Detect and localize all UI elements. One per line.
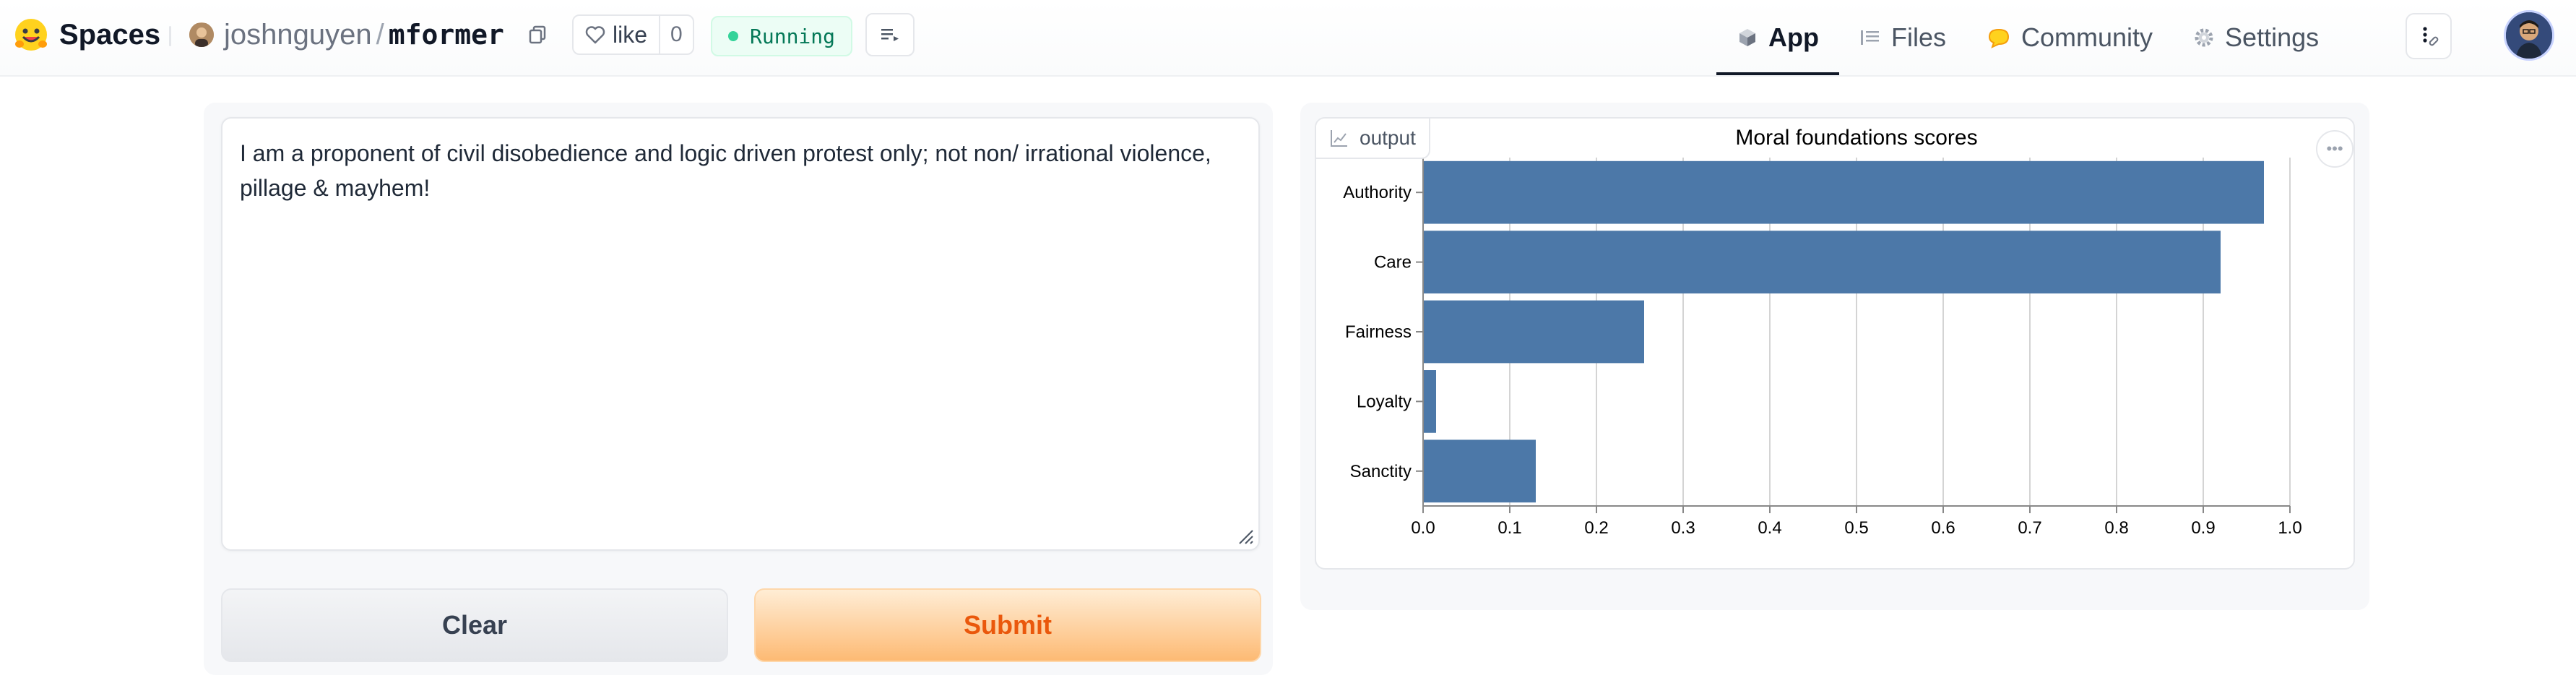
breadcrumb: joshnguyen / mformer [189, 16, 504, 53]
space-tabs: App Files Community Settings [1716, 0, 2339, 75]
spaces-logo-link[interactable]: Spaces [13, 17, 160, 52]
bar-loyalty [1423, 370, 1436, 433]
tab-settings[interactable]: Settings [2173, 0, 2339, 75]
chart-icon [1331, 130, 1347, 147]
y-tick-label-authority: Authority [1343, 183, 1412, 202]
user-avatar[interactable] [2504, 10, 2554, 61]
y-tick-label-fairness: Fairness [1345, 322, 1412, 342]
like-button[interactable]: like [574, 16, 659, 53]
hugging-face-icon [13, 17, 49, 53]
gear-icon [2195, 28, 2213, 47]
list-icon [881, 29, 899, 41]
tab-community-label: Community [2021, 22, 2153, 52]
repo-link[interactable]: mformer [389, 19, 504, 51]
submit-button[interactable]: Submit [754, 588, 1261, 662]
plot-options-button[interactable]: ••• [2316, 130, 2354, 168]
bar-care [1423, 231, 2221, 293]
bar-sanctity [1423, 439, 1536, 503]
x-tick-label: 0.2 [1584, 518, 1608, 538]
chart-title: Moral foundations scores [1735, 126, 1977, 150]
output-panel: Moral foundations scores 0.0 0.1 0.2 0.3 0.4 0… [1300, 103, 2369, 610]
y-tick-label-sanctity: Sanctity [1350, 462, 1412, 481]
x-tick-label: 0.0 [1411, 518, 1435, 538]
heart-icon [585, 26, 605, 44]
x-tick-label: 0.5 [1844, 518, 1868, 538]
status-label: Running [750, 24, 836, 48]
moral-foundations-chart: Moral foundations scores 0.0 0.1 0.2 0.3 0.4 0… [1343, 126, 2301, 538]
header-divider [169, 26, 171, 46]
tab-app[interactable]: App [1716, 0, 1839, 75]
resize-handle-icon[interactable] [1235, 526, 1254, 545]
text-input[interactable]: I am a proponent of civil disobedience a… [221, 117, 1260, 551]
tab-settings-label: Settings [2225, 22, 2320, 52]
copy-repo-name-button[interactable] [527, 20, 556, 49]
x-tick-label: 0.6 [1931, 518, 1955, 538]
y-tick-label-loyalty: Loyalty [1357, 392, 1412, 411]
bar-authority [1423, 160, 2264, 224]
output-tab-label: output [1360, 126, 1416, 149]
more-options-button[interactable] [2406, 13, 2452, 59]
x-tick-label: 0.3 [1671, 518, 1695, 538]
like-count[interactable]: 0 [659, 16, 693, 53]
owner-avatar [189, 22, 214, 47]
tab-community[interactable]: Community [1966, 0, 2173, 75]
community-icon [1988, 28, 2010, 48]
cube-icon [1739, 29, 1755, 46]
x-tick-label: 0.9 [2191, 518, 2215, 538]
text-input-value: I am a proponent of civil disobedience a… [240, 140, 1211, 201]
tab-files-label: Files [1890, 22, 1946, 52]
tab-app-label: App [1768, 22, 1819, 52]
like-label: like [613, 21, 648, 48]
tab-files[interactable]: Files [1839, 0, 1966, 75]
breadcrumb-separator: / [376, 18, 384, 51]
vertical-ellipsis-icon [2423, 27, 2439, 46]
output-label: output [1316, 119, 1430, 159]
like-group: like 0 [572, 14, 694, 55]
status-dot-icon [728, 31, 738, 41]
x-tick-label: 0.4 [1758, 518, 1781, 538]
files-icon [1860, 30, 1879, 45]
plot-card: Moral foundations scores 0.0 0.1 0.2 0.3 0.4 0… [1315, 117, 2355, 570]
bar-fairness [1423, 300, 1644, 364]
y-tick-label-care: Care [1374, 253, 1412, 272]
spaces-label: Spaces [59, 18, 161, 51]
logs-button[interactable] [865, 13, 915, 56]
owner-link[interactable]: joshnguyen [224, 19, 372, 51]
x-tick-label: 0.8 [2104, 518, 2128, 538]
status-badge[interactable]: Running [711, 16, 853, 56]
horizontal-ellipsis-icon: ••• [2326, 140, 2343, 158]
input-panel: I am a proponent of civil disobedience a… [204, 103, 1273, 675]
x-tick-label: 0.1 [1497, 518, 1521, 538]
x-tick-label: 0.7 [2018, 518, 2041, 538]
copy-icon [529, 25, 546, 44]
clear-button[interactable]: Clear [221, 588, 728, 662]
top-navbar: Spaces joshnguyen / mformer like 0 Runni… [0, 0, 2576, 77]
x-tick-label: 1.0 [2278, 518, 2301, 538]
